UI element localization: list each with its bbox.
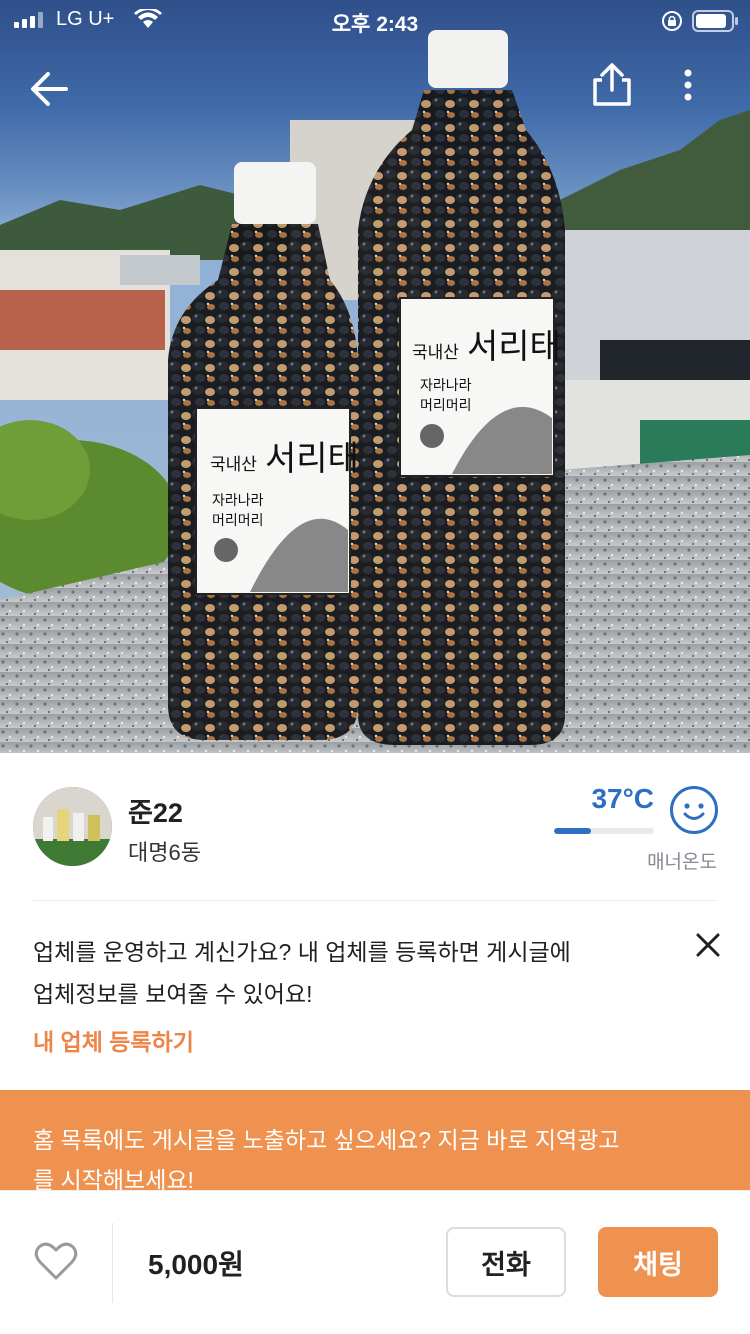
label-small-line1: 국내산 — [210, 455, 257, 475]
chat-button[interactable]: 채팅 — [598, 1227, 718, 1297]
ad-banner-line2: 를 시작해보세요! — [33, 1167, 194, 1190]
business-notice-line1: 업체를 운영하고 계신가요? 내 업체를 등록하면 게시글에 — [33, 939, 571, 965]
label-large-line3: 자라나라 — [420, 378, 472, 394]
label-small-line3: 자라나라 — [212, 493, 264, 509]
temperature-bar — [554, 828, 654, 834]
seller-profile[interactable]: 준22 대명6동 37°C 매너온도 — [0, 753, 750, 901]
status-bar: LG U+ 오후 2:43 — [0, 0, 750, 40]
manner-temperature: 37°C — [591, 783, 654, 814]
label-small-line4: 머리머리 — [212, 513, 264, 529]
seller-name[interactable]: 준22 — [128, 791, 183, 830]
business-register-notice: 업체를 운영하고 계신가요? 내 업체를 등록하면 게시글에 업체정보를 보여줄… — [0, 901, 750, 1090]
ad-banner-line1: 홈 목록에도 게시글을 노출하고 싶으세요? 지금 바로 지역광고 — [33, 1127, 620, 1153]
product-photo[interactable]: 국내산 서리태 자라나라 머리머리 국내산 서리태 자라나라 머리머리 — [0, 0, 750, 753]
local-ad-banner[interactable]: 홈 목록에도 게시글을 노출하고 싶으세요? 지금 바로 지역광고 를 시작해보… — [0, 1090, 750, 1190]
business-notice-line2: 업체정보를 보여줄 수 있어요! — [33, 981, 313, 1007]
label-small-line2: 서리태 — [265, 439, 359, 479]
rotation-lock-icon — [662, 11, 682, 31]
avatar[interactable] — [33, 787, 112, 866]
temperature-bar-fill — [554, 828, 591, 834]
heart-icon[interactable] — [34, 1241, 78, 1281]
avatar-image — [33, 787, 112, 866]
manner-temperature-label[interactable]: 매너온도 — [600, 847, 717, 874]
label-large-line1: 국내산 — [412, 343, 459, 363]
more-vertical-icon[interactable] — [674, 66, 702, 106]
bottom-action-bar: 5,000원 전화 채팅 — [0, 1190, 750, 1334]
price: 5,000원 — [148, 1249, 244, 1280]
share-icon[interactable] — [590, 62, 634, 108]
product-photo-illustration: 국내산 서리태 자라나라 머리머리 국내산 서리태 자라나라 머리머리 — [0, 30, 750, 753]
label-large-line4: 머리머리 — [420, 398, 472, 414]
clock: 오후 2:43 — [331, 13, 419, 36]
ad-banner-text: 홈 목록에도 게시글을 노출하고 싶으세요? 지금 바로 지역광고 를 시작해보… — [33, 1120, 723, 1190]
business-notice-text: 업체를 운영하고 계신가요? 내 업체를 등록하면 게시글에 업체정보를 보여줄… — [33, 931, 673, 1015]
arrow-left-icon[interactable] — [26, 66, 72, 112]
battery-icon — [692, 10, 738, 32]
register-business-link[interactable]: 내 업체 등록하기 — [33, 1023, 194, 1057]
close-icon[interactable] — [694, 931, 722, 959]
divider — [112, 1223, 113, 1303]
label-large-line2: 서리태 — [467, 327, 561, 367]
seller-region: 대명6동 — [128, 840, 201, 865]
call-button[interactable]: 전화 — [446, 1227, 566, 1297]
smiley-face-icon — [670, 786, 718, 834]
